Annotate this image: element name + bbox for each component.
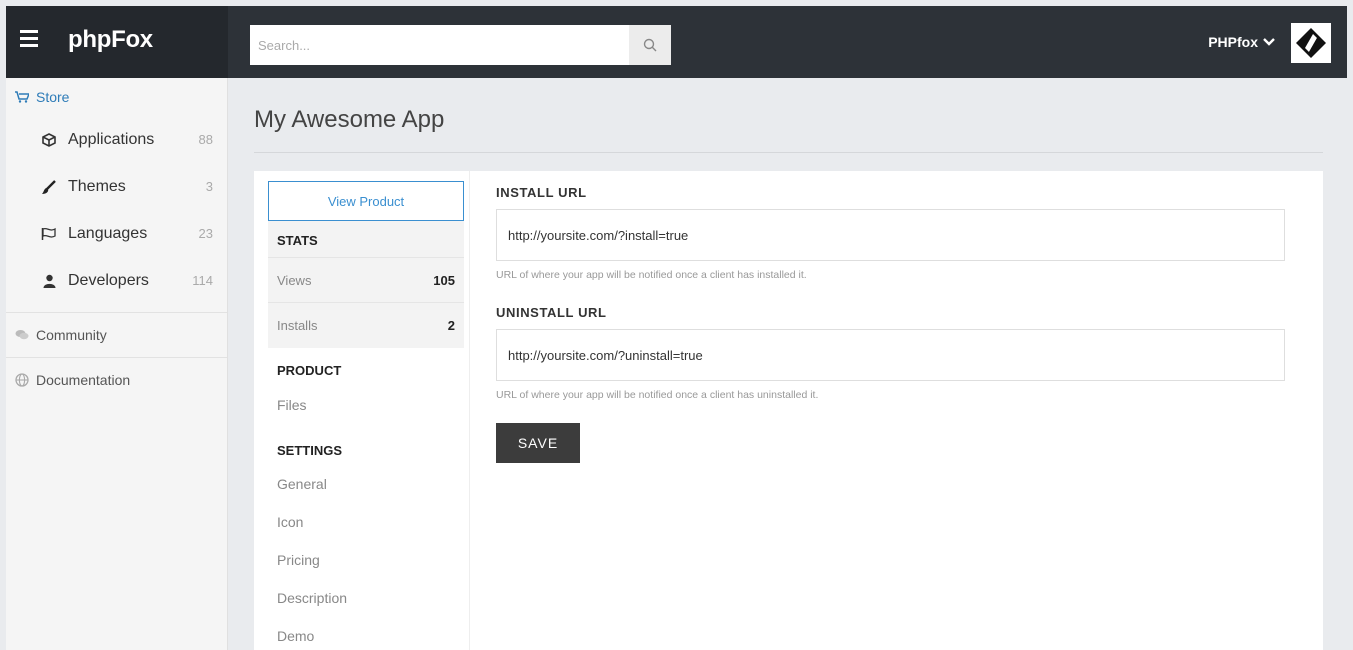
sidebar-item-label: Themes [68,177,126,195]
view-product-button[interactable]: View Product [268,181,464,221]
top-bar: phpFox PHPfox [6,6,1347,78]
cube-icon [40,132,58,147]
sidebar-documentation[interactable]: Documentation [6,358,227,402]
brand-logo[interactable]: phpFox [68,26,153,54]
sidebar-item-label: Languages [68,224,148,242]
save-button[interactable]: SAVE [496,423,580,463]
nav-link-icon[interactable]: Icon [277,514,303,530]
search-box [250,25,671,65]
brush-icon [40,179,58,195]
main-content: My Awesome App View Product STATS Views … [228,78,1347,650]
user-icon [40,274,58,288]
stat-value: 105 [433,272,455,288]
stat-row-installs: Installs 2 [268,303,464,348]
sidebar-community-label: Community [36,327,107,343]
product-heading: PRODUCT [277,363,342,378]
sidebar-item-label: Applications [68,130,155,148]
stat-value: 2 [447,318,455,333]
sidebar-item-count: 23 [198,226,213,241]
sidebar-item-count: 114 [192,273,213,288]
user-avatar[interactable] [1291,23,1331,63]
user-menu[interactable]: PHPfox [1208,34,1275,50]
title-divider [254,152,1323,153]
globe-icon [14,373,30,387]
sidebar-item-developers[interactable]: Developers 114 [6,257,227,304]
nav-link-description[interactable]: Description [277,590,347,606]
sidebar-item-applications[interactable]: Applications 88 [6,116,227,163]
app-frame: phpFox PHPfox [6,6,1347,650]
nav-link-pricing[interactable]: Pricing [277,552,320,568]
sidebar-store[interactable]: Store [6,78,227,116]
uninstall-url-label: UNINSTALL URL [496,305,607,320]
search-icon [643,38,657,52]
phpfox-logo-icon [1296,28,1326,58]
sidebar-documentation-label: Documentation [36,372,131,388]
sidebar-item-count: 88 [198,132,213,147]
cart-icon [14,91,30,103]
uninstall-url-input[interactable] [496,329,1285,381]
chevron-down-icon [1263,38,1275,46]
hamburger-icon[interactable] [20,30,38,48]
uninstall-url-help: URL of where your app will be notified o… [496,389,819,401]
settings-form: INSTALL URL URL of where your app will b… [496,171,1285,650]
settings-heading: SETTINGS [277,443,343,458]
chat-icon [14,329,30,341]
sidebar-item-label: Developers [68,271,149,289]
sidebar-community[interactable]: Community [6,313,227,357]
install-url-input[interactable] [496,209,1285,261]
stat-row-views: Views 105 [268,258,464,303]
stats-box: STATS Views 105 Installs 2 [268,221,464,348]
stat-label: Installs [277,318,318,333]
install-url-label: INSTALL URL [496,185,587,200]
sidebar-item-count: 3 [205,179,213,194]
nav-link-files[interactable]: Files [277,397,307,413]
user-name: PHPfox [1208,34,1258,50]
nav-link-demo[interactable]: Demo [277,628,314,644]
search-button[interactable] [629,25,671,65]
flag-icon [40,227,58,241]
page-title: My Awesome App [254,106,445,133]
install-url-help: URL of where your app will be notified o… [496,269,807,281]
sidebar-item-languages[interactable]: Languages 23 [6,210,227,257]
nav-link-general[interactable]: General [277,476,327,492]
app-panel: View Product STATS Views 105 Installs 2 … [254,171,1323,650]
stat-label: Views [277,272,312,288]
sidebar-store-label: Store [36,89,70,105]
search-input[interactable] [250,25,629,65]
app-nav: View Product STATS Views 105 Installs 2 … [262,171,470,650]
logo-block: phpFox [6,6,228,78]
stats-heading: STATS [268,221,464,258]
sidebar: Store Applications 88 Themes 3 Languages… [6,78,228,650]
sidebar-item-themes[interactable]: Themes 3 [6,163,227,210]
